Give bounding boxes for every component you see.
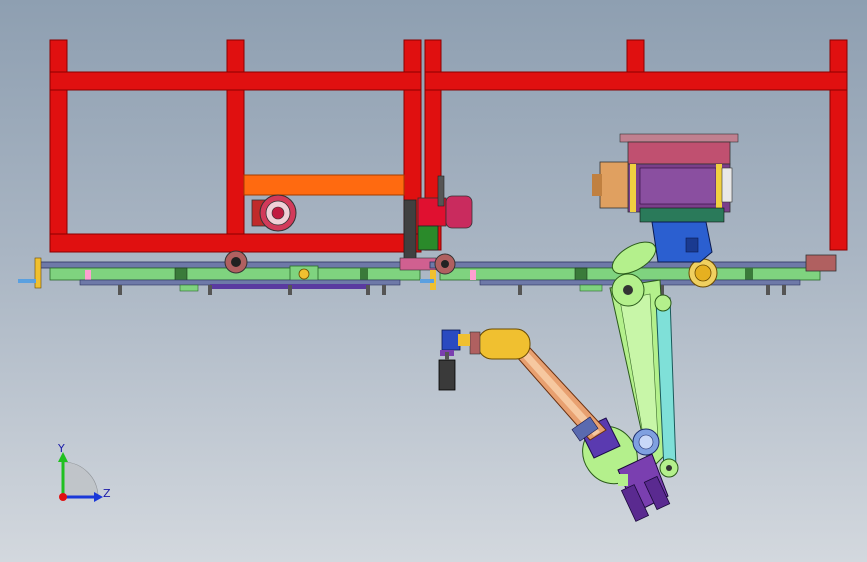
- robot-forearm[interactable]: [515, 347, 607, 442]
- left-gantry-frame[interactable]: [49, 39, 422, 253]
- cad-viewport[interactable]: Y Z: [0, 0, 867, 562]
- linear-rail-left[interactable]: [18, 250, 421, 295]
- orange-cross-beam[interactable]: [243, 174, 405, 196]
- coordinate-triad: Y Z: [57, 442, 111, 502]
- robot-head-housing[interactable]: [592, 133, 739, 223]
- end-effector[interactable]: [438, 329, 470, 391]
- y-axis-label: Y: [57, 442, 65, 455]
- wrist-capsule[interactable]: [469, 328, 531, 360]
- drive-motor-left[interactable]: [251, 194, 297, 232]
- cad-drawing: Y Z: [18, 39, 848, 522]
- z-axis-label: Z: [103, 487, 111, 500]
- origin-dot: [59, 493, 67, 501]
